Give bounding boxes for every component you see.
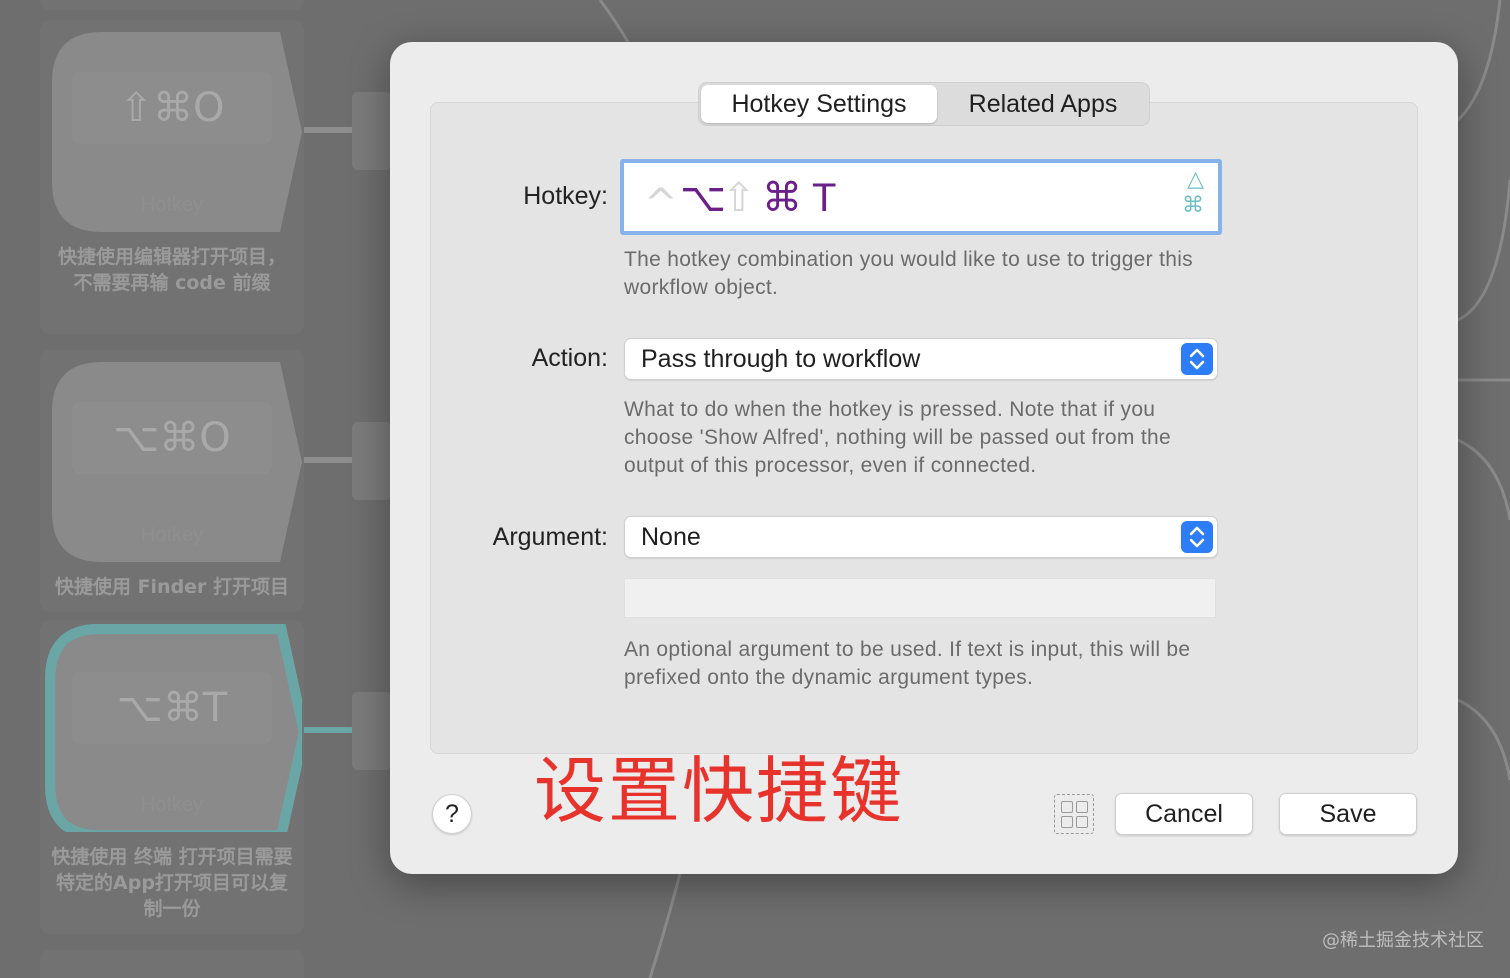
workflow-node-hotkey-editor[interactable]: ⇧⌘O Hotkey 快捷使用编辑器打开项目，不需要再输 code 前缀 — [40, 20, 304, 334]
hotkey-recorder-field[interactable]: ^ ⌥ ⇧ ⌘ T △ ⌘ — [620, 159, 1222, 235]
argument-text-input[interactable] — [624, 578, 1216, 618]
hotkey-mode-triangle-icon[interactable]: △ — [1187, 167, 1204, 192]
cancel-button[interactable]: Cancel — [1115, 793, 1253, 835]
node-type-label: Hotkey — [140, 194, 204, 216]
tab-bar: Hotkey Settings Related Apps — [698, 82, 1150, 126]
node-description: 快捷使用 Finder 打开项目 — [54, 576, 290, 598]
tab-hotkey-settings[interactable]: Hotkey Settings — [701, 85, 937, 123]
option-key-icon: ⌥ — [680, 175, 727, 221]
hotkey-settings-dialog: Hotkey Settings Related Apps Hotkey: ^ ⌥… — [390, 42, 1458, 874]
action-select-value: Pass through to workflow — [641, 345, 921, 373]
grid-layout-icon[interactable] — [1054, 794, 1094, 834]
hotkey-label: Hotkey: — [523, 182, 608, 210]
hotkey-help-text: The hotkey combination you would like to… — [624, 248, 1193, 299]
command-key-icon: ⌘ — [762, 175, 802, 221]
node-type-label: Hotkey — [140, 524, 204, 546]
node-type-label: Hotkey — [140, 794, 204, 816]
shift-key-icon: ⇧ — [722, 175, 756, 221]
control-key-icon: ^ — [644, 181, 678, 227]
node-hotkey-symbols: ⇧⌘O — [72, 72, 272, 144]
argument-select-value: None — [641, 523, 701, 551]
argument-label: Argument: — [492, 523, 608, 551]
tab-related-apps[interactable]: Related Apps — [939, 85, 1147, 123]
action-help-text: What to do when the hotkey is pressed. N… — [624, 398, 1171, 477]
hotkey-letter: T — [812, 176, 837, 220]
node-output-connector[interactable] — [352, 422, 392, 500]
action-select[interactable]: Pass through to workflow — [624, 338, 1218, 380]
action-label: Action: — [531, 344, 608, 372]
node-output-connector[interactable] — [352, 692, 392, 770]
workflow-node-partial-bottom[interactable] — [40, 950, 304, 978]
argument-help-text: An optional argument to be used. If text… — [624, 638, 1191, 689]
workflow-node-hotkey-finder[interactable]: ⌥⌘O Hotkey 快捷使用 Finder 打开项目 — [40, 350, 304, 612]
node-hotkey-symbols: ⌥⌘O — [72, 402, 272, 474]
select-arrows-icon — [1181, 521, 1213, 553]
workflow-node-partial-top[interactable] — [40, 0, 304, 10]
annotation-text: 设置快捷键 — [534, 749, 905, 833]
node-description: 快捷使用 终端 打开项目需要特定的App打开项目可以复制一份 — [51, 846, 293, 920]
node-output-connector[interactable] — [352, 92, 392, 170]
argument-select[interactable]: None — [624, 516, 1218, 558]
hotkey-mode-command-icon[interactable]: ⌘ — [1182, 193, 1204, 218]
node-hotkey-symbols: ⌥⌘T — [72, 672, 272, 744]
help-button[interactable]: ? — [432, 794, 472, 834]
watermark: @稀土掘金技术社区 — [1322, 930, 1484, 951]
save-button[interactable]: Save — [1279, 793, 1417, 835]
select-arrows-icon — [1181, 343, 1213, 375]
workflow-node-hotkey-terminal[interactable]: ⌥⌘T Hotkey 快捷使用 终端 打开项目需要特定的App打开项目可以复制一… — [40, 620, 304, 934]
node-description: 快捷使用编辑器打开项目，不需要再输 code 前缀 — [57, 246, 286, 294]
